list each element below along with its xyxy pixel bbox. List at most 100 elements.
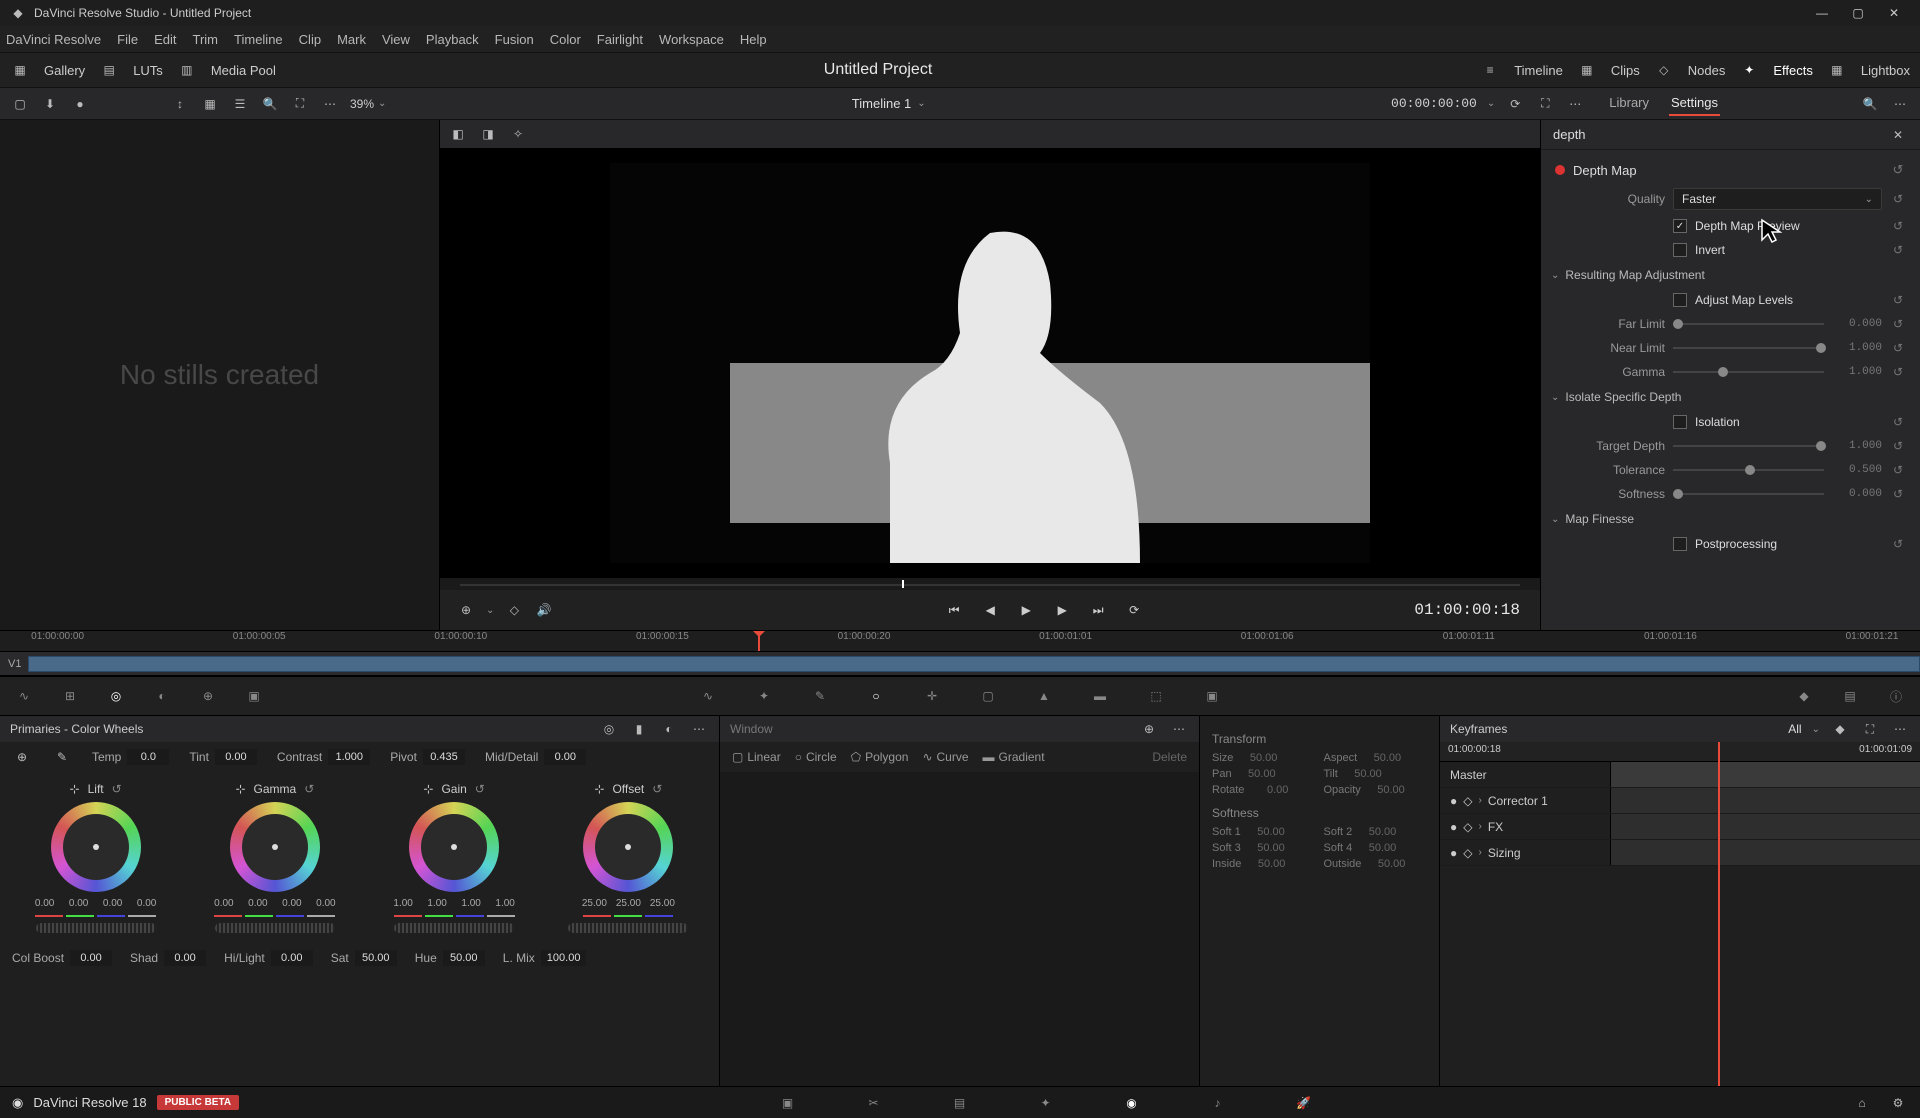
lift-jog[interactable]: [36, 923, 156, 933]
soft1-value[interactable]: 50.00: [1247, 826, 1285, 838]
kf-more-icon[interactable]: ⋯: [1890, 719, 1910, 739]
wheel-pick-icon[interactable]: ⊹: [594, 782, 604, 796]
bars-mode-icon[interactable]: ▮: [629, 719, 649, 739]
menu-mark[interactable]: Mark: [337, 32, 366, 47]
mediapool-label[interactable]: Media Pool: [211, 63, 276, 78]
menu-fairlight[interactable]: Fairlight: [597, 32, 643, 47]
near-limit-value[interactable]: 1.000: [1832, 342, 1882, 354]
expand-icon[interactable]: ⛶: [290, 94, 310, 114]
tab-settings[interactable]: Settings: [1669, 91, 1720, 116]
fairlight-page-icon[interactable]: ♪: [1205, 1090, 1231, 1116]
chevron-icon[interactable]: ⌄: [1551, 270, 1559, 281]
go-last-button[interactable]: ⏭: [1086, 598, 1110, 622]
kf-toggle-icon[interactable]: ●: [1450, 846, 1457, 860]
edit-page-icon[interactable]: ▤: [947, 1090, 973, 1116]
close-button[interactable]: ✕: [1876, 3, 1912, 23]
chevron-icon[interactable]: ⌄: [1551, 514, 1559, 525]
record-icon[interactable]: ●: [70, 94, 90, 114]
sort-icon[interactable]: ↕: [170, 94, 190, 114]
lightbox-icon[interactable]: ▦: [1827, 60, 1847, 80]
viewer-scrub[interactable]: [440, 578, 1540, 590]
kf-expand-icon[interactable]: ⛶: [1860, 719, 1880, 739]
nodes-label[interactable]: Nodes: [1688, 63, 1726, 78]
far-limit-value[interactable]: 0.000: [1832, 318, 1882, 330]
cc-chevron-icon[interactable]: ⌄: [486, 605, 494, 616]
gamma-slider[interactable]: [1673, 371, 1824, 373]
warper-icon[interactable]: ✦: [750, 682, 778, 710]
wheel-pick-icon[interactable]: ⊹: [423, 782, 433, 796]
curve-shape[interactable]: ∿ Curve: [922, 750, 968, 764]
step-fwd-button[interactable]: ▶: [1050, 598, 1074, 622]
viewer-canvas[interactable]: [440, 148, 1540, 578]
menu-color[interactable]: Color: [550, 32, 581, 47]
adjust-levels-checkbox[interactable]: [1673, 293, 1687, 307]
wheel-values[interactable]: 0.000.000.000.00: [31, 898, 161, 909]
timeline-name[interactable]: Timeline 1: [852, 96, 911, 111]
cut-page-icon[interactable]: ✂: [861, 1090, 887, 1116]
adjust-reset-icon[interactable]: ↺: [1890, 293, 1906, 307]
kf-chevron-icon[interactable]: ⌄: [1812, 724, 1820, 735]
fx-enable-dot[interactable]: [1555, 165, 1565, 175]
kf-track[interactable]: [1610, 840, 1920, 865]
rgb-mixer-icon[interactable]: ⊕: [194, 682, 222, 710]
bypass-icon[interactable]: ⟳: [1505, 94, 1525, 114]
menu-timeline[interactable]: Timeline: [234, 32, 283, 47]
magic-mask-icon[interactable]: ▢: [974, 682, 1002, 710]
curves-icon[interactable]: ∿: [694, 682, 722, 710]
soft-reset-icon[interactable]: ↺: [1890, 487, 1906, 501]
hdr-tool-icon[interactable]: ◐: [148, 682, 176, 710]
section-finesse[interactable]: Map Finesse: [1565, 512, 1634, 526]
window-icon[interactable]: ○: [862, 682, 890, 710]
far-limit-slider[interactable]: [1673, 323, 1824, 325]
kf-diamond-icon[interactable]: ◆: [1830, 719, 1850, 739]
key-icon[interactable]: ▬: [1086, 682, 1114, 710]
go-first-button[interactable]: ⏮: [942, 598, 966, 622]
list-view-icon[interactable]: ☰: [230, 94, 250, 114]
picker-icon[interactable]: ⊕: [12, 747, 32, 767]
postprocessing-checkbox[interactable]: [1673, 537, 1687, 551]
outside-value[interactable]: 50.00: [1367, 858, 1405, 870]
more-icon[interactable]: ⋯: [320, 94, 340, 114]
inspector-search-icon[interactable]: 🔍: [1860, 94, 1880, 114]
search-gallery-icon[interactable]: 🔍: [260, 94, 280, 114]
aspect-value[interactable]: 50.00: [1363, 752, 1401, 764]
color-controls-icon[interactable]: ⊕: [456, 600, 476, 620]
qualifier-icon[interactable]: ✎: [806, 682, 834, 710]
menu-view[interactable]: View: [382, 32, 410, 47]
lmix-value[interactable]: 100.00: [541, 950, 587, 966]
kf-track[interactable]: [1610, 814, 1920, 839]
inside-value[interactable]: 50.00: [1247, 858, 1285, 870]
blur-icon[interactable]: ▲: [1030, 682, 1058, 710]
viewer-more-icon[interactable]: ⋯: [1565, 94, 1585, 114]
qualifier-tool-icon[interactable]: ⊞: [56, 682, 84, 710]
effects-search-input[interactable]: [1553, 127, 1888, 142]
target-depth-value[interactable]: 1.000: [1832, 440, 1882, 452]
wheel-values[interactable]: 1.001.001.001.00: [389, 898, 519, 909]
gradient-shape[interactable]: ▬ Gradient: [983, 750, 1045, 764]
play-button[interactable]: ▶: [1014, 598, 1038, 622]
info-icon[interactable]: ⓘ: [1882, 682, 1910, 710]
wheels-mode-icon[interactable]: ◎: [599, 719, 619, 739]
media-page-icon[interactable]: ▣: [775, 1090, 801, 1116]
soft4-value[interactable]: 50.00: [1358, 842, 1396, 854]
stills-view-icon[interactable]: ▢: [10, 94, 30, 114]
playhead[interactable]: [758, 631, 760, 651]
quality-dropdown[interactable]: Faster⌄: [1673, 188, 1882, 210]
md-value[interactable]: 0.00: [544, 749, 586, 765]
step-back-button[interactable]: ◀: [978, 598, 1002, 622]
softness-slider[interactable]: [1673, 493, 1824, 495]
awb-icon[interactable]: ✎: [52, 747, 72, 767]
loop-button[interactable]: ⟳: [1122, 598, 1146, 622]
inspector-more-icon[interactable]: ⋯: [1890, 94, 1910, 114]
minimize-button[interactable]: —: [1804, 3, 1840, 23]
luts-label[interactable]: LUTs: [133, 63, 163, 78]
rotate-value[interactable]: 0.00: [1250, 784, 1288, 796]
isolation-reset-icon[interactable]: ↺: [1890, 415, 1906, 429]
shad-value[interactable]: 0.00: [164, 950, 206, 966]
target-reset-icon[interactable]: ↺: [1890, 439, 1906, 453]
menu-help[interactable]: Help: [740, 32, 767, 47]
clips-icon[interactable]: ▦: [1577, 60, 1597, 80]
menu-clip[interactable]: Clip: [299, 32, 321, 47]
temp-value[interactable]: 0.0: [127, 749, 169, 765]
clips-label[interactable]: Clips: [1611, 63, 1640, 78]
